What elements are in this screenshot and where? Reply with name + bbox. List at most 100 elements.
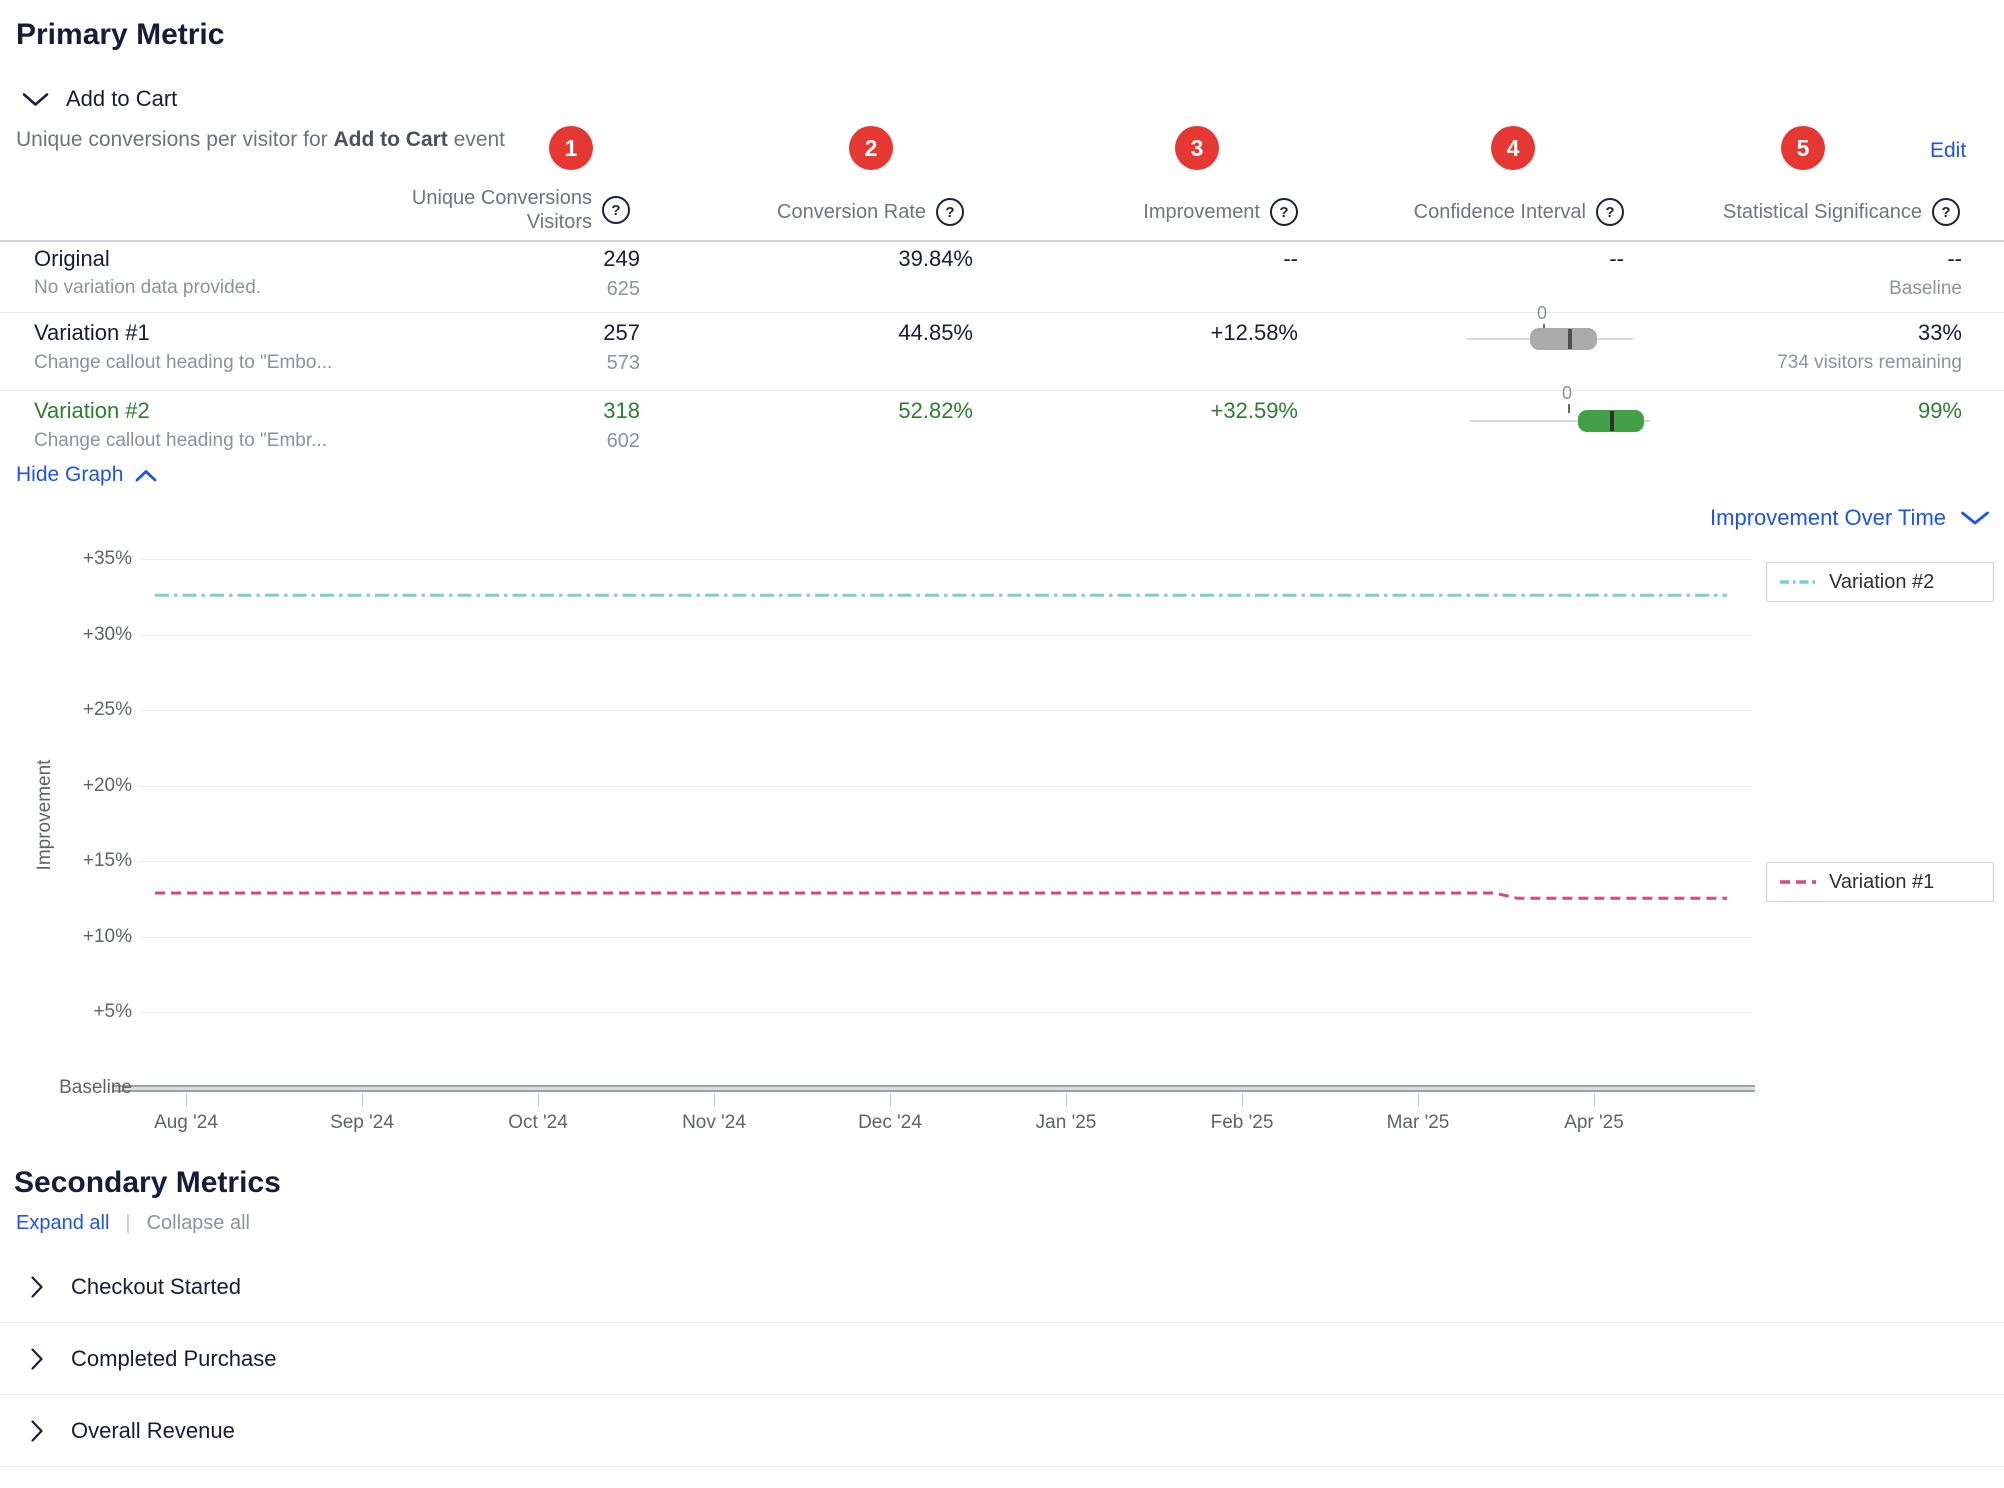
baseline-axis-line <box>112 1085 1755 1092</box>
hide-graph-toggle[interactable]: Hide Graph <box>16 463 157 487</box>
x-axis-tick <box>538 1093 539 1107</box>
unique-conversions-value: 257 <box>603 320 640 346</box>
legend-label: Variation #1 <box>1829 871 1934 894</box>
ci-zero-tick <box>1568 404 1570 413</box>
ci-zero-label: 0 <box>1562 383 1572 404</box>
secondary-metric-completed-purchase[interactable]: Completed Purchase <box>0 1323 2004 1395</box>
step-badge-5: 5 <box>1781 126 1825 170</box>
column-header-confidence-interval: Confidence Interval ? <box>1414 198 1624 226</box>
visitors-value: 625 <box>607 278 640 301</box>
help-icon[interactable]: ? <box>936 198 964 226</box>
unique-conversions-value: 318 <box>603 398 640 424</box>
x-axis-tick <box>186 1093 187 1107</box>
secondary-metric-overall-revenue[interactable]: Overall Revenue <box>0 1395 2004 1467</box>
step-badge-1: 1 <box>549 126 593 170</box>
x-axis-tick-label: Oct '24 <box>468 1112 608 1134</box>
subtitle-event-name: Add to Cart <box>333 128 447 151</box>
y-axis-title: Improvement <box>34 735 58 895</box>
y-axis-tick-label: +25% <box>83 699 132 721</box>
ci-median-line <box>1568 329 1572 349</box>
visitors-value: 573 <box>607 352 640 375</box>
chevron-right-icon <box>30 1275 44 1299</box>
column-header-statistical-significance: Statistical Significance ? <box>1723 198 1960 226</box>
x-axis-tick <box>1242 1093 1243 1107</box>
visitors-value: 602 <box>607 430 640 453</box>
help-icon[interactable]: ? <box>602 196 630 224</box>
graph-view-dropdown[interactable]: Improvement Over Time <box>1710 505 1990 531</box>
x-axis-tick <box>1594 1093 1595 1107</box>
x-axis-tick <box>714 1093 715 1107</box>
chevron-right-icon <box>30 1419 44 1443</box>
step-badge-3: 3 <box>1175 126 1219 170</box>
legend-item-variation-1[interactable]: Variation #1 <box>1766 862 1994 902</box>
col-label-improvement: Improvement <box>1143 201 1260 224</box>
column-header-conversion-rate: Conversion Rate ? <box>777 198 964 226</box>
graph-view-label: Improvement Over Time <box>1710 505 1946 531</box>
ci-range-pill <box>1530 328 1597 350</box>
x-axis-tick <box>1418 1093 1419 1107</box>
secondary-metric-label: Checkout Started <box>71 1274 241 1300</box>
chevron-right-icon <box>30 1347 44 1371</box>
help-icon[interactable]: ? <box>1596 198 1624 226</box>
secondary-metrics-title: Secondary Metrics <box>14 1166 281 1200</box>
ci-zero-label: 0 <box>1537 303 1547 324</box>
x-axis-tick <box>890 1093 891 1107</box>
secondary-metric-label: Overall Revenue <box>71 1418 235 1444</box>
edit-link[interactable]: Edit <box>1930 139 1966 163</box>
chevron-up-icon <box>135 469 157 482</box>
col-label-conversion-rate: Conversion Rate <box>777 201 926 224</box>
x-axis-tick-label: Dec '24 <box>820 1112 960 1134</box>
chart-gridline <box>140 937 1752 938</box>
expand-all-link[interactable]: Expand all <box>16 1212 109 1235</box>
column-header-improvement: Improvement ? <box>1143 198 1298 226</box>
subtitle-suffix: event <box>448 128 505 151</box>
x-axis-tick-label: Mar '25 <box>1348 1112 1488 1134</box>
variation-description: No variation data provided. <box>34 277 261 299</box>
chart-gridline <box>140 786 1752 787</box>
metric-name: Add to Cart <box>66 86 177 112</box>
variation-name: Variation #1 <box>34 320 150 346</box>
secondary-metric-checkout-started[interactable]: Checkout Started <box>0 1251 2004 1323</box>
x-axis-tick <box>362 1093 363 1107</box>
significance-value: 99% <box>1918 398 1962 424</box>
x-axis-tick <box>1066 1093 1067 1107</box>
chart-gridline <box>140 861 1752 862</box>
unique-conversions-value: 249 <box>603 246 640 272</box>
help-icon[interactable]: ? <box>1270 198 1298 226</box>
step-badge-4: 4 <box>1491 126 1535 170</box>
x-axis-tick-label: Sep '24 <box>292 1112 432 1134</box>
col-label-unique-conversions: Unique Conversions <box>412 187 592 209</box>
improvement-value: +32.59% <box>1211 398 1298 424</box>
variation-description: Change callout heading to "Embr... <box>34 430 327 452</box>
y-axis-tick-label: +10% <box>83 926 132 948</box>
chart-gridline <box>140 710 1752 711</box>
confidence-interval-value: -- <box>1609 246 1624 272</box>
page-title: Primary Metric <box>16 18 224 52</box>
chevron-down-icon <box>22 92 49 107</box>
legend-label: Variation #2 <box>1829 571 1934 594</box>
collapse-all-link[interactable]: Collapse all <box>147 1212 250 1235</box>
y-axis-tick-label: +30% <box>83 624 132 646</box>
col-label-visitors: Visitors <box>527 211 592 233</box>
series-line-variation-1 <box>155 893 1727 898</box>
x-axis-tick-label: Apr '25 <box>1524 1112 1664 1134</box>
variation-name: Variation #2 <box>34 398 150 424</box>
col-label-statistical-significance: Statistical Significance <box>1723 201 1922 224</box>
chart-gridline <box>140 559 1752 560</box>
legend-item-variation-2[interactable]: Variation #2 <box>1766 562 1994 602</box>
improvement-value: +12.58% <box>1211 320 1298 346</box>
col-label-confidence-interval: Confidence Interval <box>1414 201 1586 224</box>
metric-collapse-toggle[interactable]: Add to Cart <box>22 86 177 112</box>
significance-value: -- <box>1947 246 1962 272</box>
y-axis-tick-label: Baseline <box>59 1077 132 1099</box>
ci-median-line <box>1610 411 1614 431</box>
secondary-metric-label: Completed Purchase <box>71 1346 276 1372</box>
x-axis-tick-label: Nov '24 <box>644 1112 784 1134</box>
secondary-metrics-controls: Expand all | Collapse all <box>16 1212 250 1235</box>
row-divider <box>0 312 2004 313</box>
help-icon[interactable]: ? <box>1932 198 1960 226</box>
subtitle-prefix: Unique conversions per visitor for <box>16 128 333 151</box>
links-divider: | <box>125 1212 130 1235</box>
y-axis-tick-label: +35% <box>83 548 132 570</box>
chart-gridline <box>140 635 1752 636</box>
